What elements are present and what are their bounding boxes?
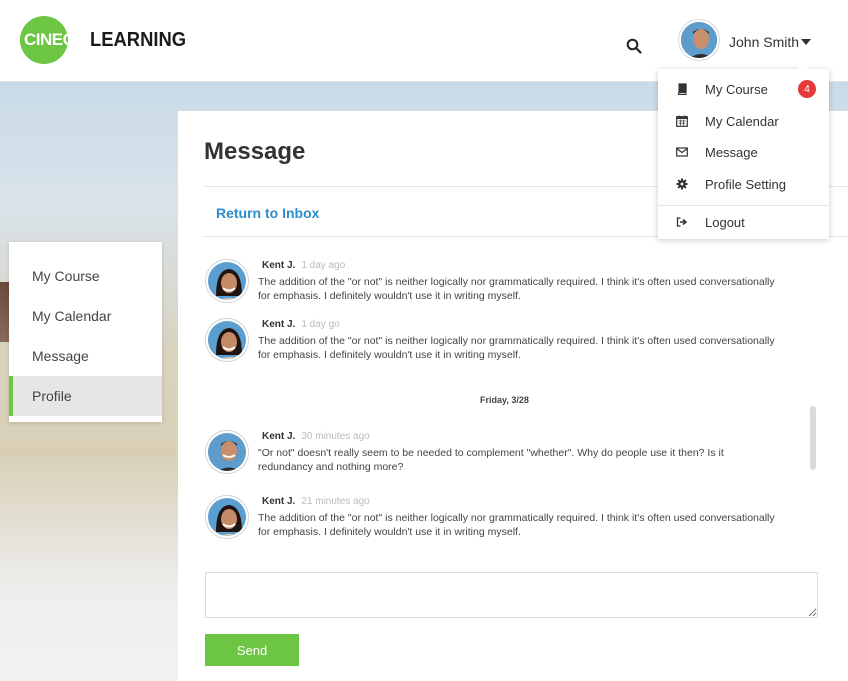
message-time: 1 day ago — [301, 260, 346, 271]
book-icon — [677, 83, 687, 95]
dropdown-item-label: Profile Setting — [705, 176, 786, 192]
sign-out-icon — [676, 217, 688, 227]
message-time: 1 day go — [301, 319, 340, 330]
message-text: The addition of the "or not" is neither … — [258, 276, 775, 302]
logo-word: LEARNING — [90, 28, 187, 51]
dropdown-item-label: Logout — [705, 214, 745, 230]
return-to-inbox-link[interactable]: Return to Inbox — [216, 205, 319, 221]
avatar — [206, 260, 248, 302]
user-avatar[interactable] — [679, 20, 719, 60]
message-author: Kent J. 30 minutes ago — [262, 431, 370, 442]
message-time: 21 minutes ago — [301, 496, 370, 507]
sidebar-item-label: Profile — [32, 388, 72, 404]
message-time: 30 minutes ago — [301, 431, 370, 442]
dropdown-item-my-calendar[interactable]: My Calendar — [658, 106, 829, 136]
message-author: Kent J. 21 minutes ago — [262, 496, 370, 507]
dropdown-item-profile-setting[interactable]: Profile Setting — [658, 169, 829, 199]
author-name: Kent J. — [262, 260, 296, 271]
date-separator: Friday, 3/28 — [480, 395, 529, 405]
author-name: Kent J. — [262, 496, 296, 507]
send-button[interactable]: Send — [205, 634, 299, 666]
user-dropdown-menu: My Course 4 My Calendar Message Profile … — [658, 63, 829, 239]
dropdown-item-my-course[interactable]: My Course 4 — [658, 74, 829, 104]
avatar — [206, 496, 248, 538]
message-author: Kent J. 1 day go — [262, 319, 340, 330]
dropdown-item-logout[interactable]: Logout — [658, 207, 829, 237]
sidebar-item-label: My Calendar — [32, 308, 112, 324]
sidebar-item-profile[interactable]: Profile — [9, 376, 162, 416]
dropdown-item-label: My Calendar — [705, 113, 779, 129]
sidebar-menu: My Course My Calendar Message Profile — [9, 242, 162, 422]
sidebar-item-message[interactable]: Message — [9, 336, 162, 376]
divider — [658, 205, 829, 206]
dropdown-item-label: Message — [705, 144, 758, 160]
logo-badge-text: CINEC — [24, 30, 75, 49]
sidebar-item-label: My Course — [32, 268, 100, 284]
scrollbar[interactable] — [810, 406, 816, 470]
avatar — [206, 319, 248, 361]
avatar — [206, 431, 248, 473]
sidebar-item-label: Message — [32, 348, 89, 364]
message-text: The addition of the "or not" is neither … — [258, 512, 775, 538]
chevron-down-icon[interactable] — [801, 39, 811, 45]
logo-badge: CINEC — [20, 16, 75, 64]
message-text: "Or not" doesn't really seem to be neede… — [258, 447, 724, 473]
envelope-icon — [676, 147, 688, 157]
user-name[interactable]: John Smith — [729, 34, 799, 50]
calendar-icon — [676, 115, 688, 127]
page-title: Message — [204, 138, 306, 165]
reply-input[interactable] — [205, 572, 818, 618]
search-icon[interactable] — [626, 38, 642, 54]
dropdown-item-label: My Course — [705, 81, 768, 97]
dropdown-item-message[interactable]: Message — [658, 137, 829, 167]
sidebar-item-my-course[interactable]: My Course — [9, 256, 162, 296]
logo[interactable]: CINEC LEARNING — [20, 16, 194, 64]
author-name: Kent J. — [262, 319, 296, 330]
author-name: Kent J. — [262, 431, 296, 442]
gear-icon — [676, 178, 688, 190]
notification-badge: 4 — [798, 80, 816, 98]
message-text: The addition of the "or not" is neither … — [258, 335, 775, 361]
sidebar-item-my-calendar[interactable]: My Calendar — [9, 296, 162, 336]
message-author: Kent J. 1 day ago — [262, 260, 345, 271]
